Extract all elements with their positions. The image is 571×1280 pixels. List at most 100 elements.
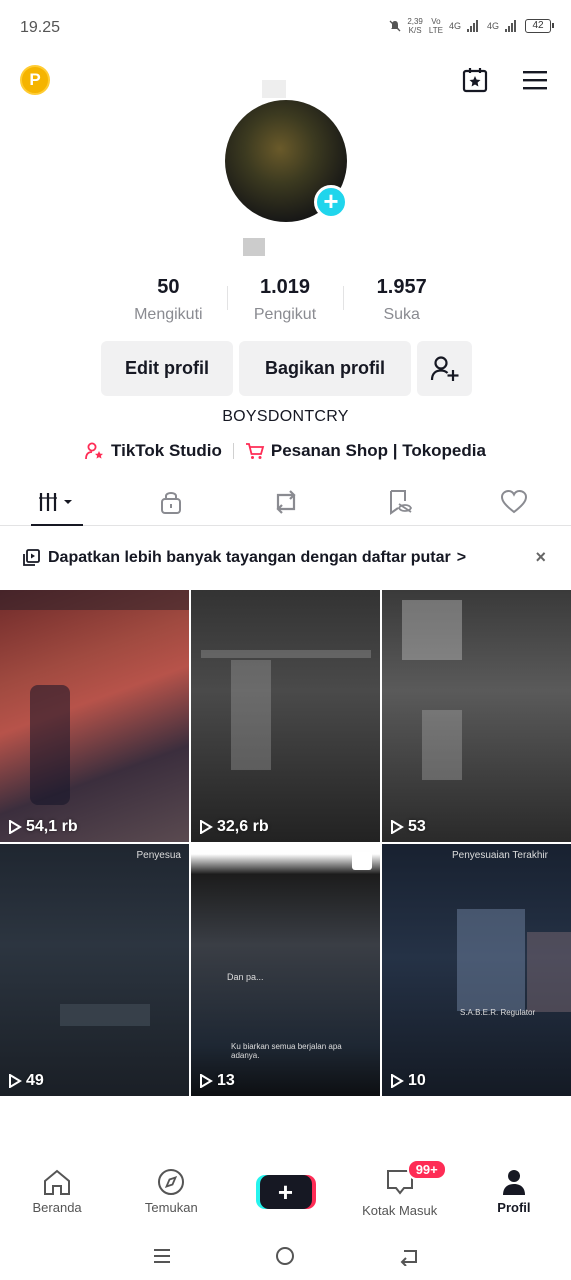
likes-stat[interactable]: 1.957 Suka: [343, 276, 460, 324]
subtitle-text: Ku biarkan semua berjalan apa adanya.: [231, 1042, 342, 1060]
videos-grid-icon: [39, 492, 73, 511]
following-label: Mengikuti: [134, 306, 203, 323]
mute-icon: [389, 20, 401, 32]
create-button[interactable]: +: [259, 1175, 312, 1209]
tiktok-studio-link[interactable]: TikTok Studio: [85, 441, 222, 461]
volte-indicator: Vo LTE: [428, 17, 443, 35]
view-count: 54,1 rb: [8, 818, 78, 836]
playlist-icon: [23, 549, 40, 566]
signal-icon: [505, 20, 519, 32]
profile-icon: [502, 1170, 525, 1195]
battery-icon: 42: [525, 19, 554, 33]
playlist-banner-text: Dapatkan lebih banyak tayangan dengan da…: [48, 549, 451, 566]
divider: [232, 443, 234, 459]
play-icon: [391, 820, 404, 834]
nav-profile-label: Profil: [497, 1200, 531, 1215]
nav-discover-label: Temukan: [144, 1200, 198, 1215]
video-thumbnail[interactable]: 54,1 rb: [0, 590, 189, 842]
back-icon[interactable]: [398, 1246, 420, 1266]
tab-reposts[interactable]: [228, 478, 342, 525]
add-avatar-button[interactable]: +: [314, 185, 348, 219]
video-thumbnail[interactable]: 53: [382, 590, 571, 842]
nav-inbox-label: Kotak Masuk: [362, 1203, 438, 1218]
photo-mode-icon: [352, 852, 372, 870]
play-icon: [391, 1074, 404, 1088]
recent-apps-icon[interactable]: [151, 1246, 173, 1266]
status-icons: 2,39 K/S Vo LTE 4G 4G 42: [389, 17, 554, 35]
tiktok-studio-label: TikTok Studio: [111, 441, 222, 460]
nav-home[interactable]: Beranda: [0, 1168, 114, 1230]
play-icon: [9, 1074, 22, 1088]
likes-label: Suka: [383, 306, 420, 323]
username: BOYSDONTCRY: [222, 408, 349, 425]
inbox-icon-wrap: 99+: [385, 1159, 447, 1199]
network-type-2: 4G: [486, 21, 499, 31]
redacted-area: [243, 238, 265, 256]
view-count: 49: [8, 1072, 44, 1090]
followers-stat[interactable]: 1.019 Pengikut: [226, 276, 344, 324]
likes-count: 1.957: [376, 276, 427, 298]
compass-icon: [158, 1169, 185, 1195]
add-friend-button[interactable]: [417, 341, 472, 396]
video-thumbnail[interactable]: 32,6 rb: [191, 590, 380, 842]
following-count: 50: [157, 276, 180, 298]
bookmark-hidden-icon: [389, 489, 412, 515]
overlay-text: Penyesua: [136, 850, 181, 861]
subtitle-text: Dan pa...: [227, 972, 264, 982]
tab-videos[interactable]: [0, 478, 114, 525]
avatar[interactable]: +: [225, 100, 348, 222]
tab-favorites-hidden[interactable]: [343, 478, 457, 525]
coins-icon[interactable]: P: [20, 65, 50, 95]
signal-icon: [466, 20, 481, 32]
video-thumbnail[interactable]: Penyesua 49: [0, 844, 189, 1096]
view-count: 10: [390, 1072, 426, 1090]
view-count: 53: [390, 818, 426, 836]
video-thumbnail[interactable]: Penyesuaian Terakhir S.A.B.E.R. Regulato…: [382, 844, 571, 1096]
view-count: 32,6 rb: [199, 818, 269, 836]
menu-icon[interactable]: [521, 66, 549, 94]
profile-actions: Edit profil Bagikan profil: [101, 341, 472, 396]
heart-icon: [500, 489, 527, 513]
nav-profile[interactable]: Profil: [457, 1168, 571, 1230]
close-icon[interactable]: ×: [535, 547, 546, 568]
home-icon: [44, 1169, 71, 1195]
chevron-right-icon: >: [456, 549, 467, 566]
following-stat[interactable]: 50 Mengikuti: [110, 276, 227, 324]
nav-create[interactable]: +: [228, 1168, 342, 1230]
nav-inbox[interactable]: 99+ Kotak Masuk: [343, 1159, 457, 1230]
status-bar: 19.25 2,39 K/S Vo LTE 4G 4G 42: [0, 0, 571, 56]
followers-label: Pengikut: [253, 306, 317, 323]
studio-user-star-icon: [85, 442, 104, 460]
overlay-text: Penyesuaian Terakhir: [452, 850, 548, 861]
repost-icon: [275, 489, 296, 514]
play-icon: [200, 820, 213, 834]
inbox-badge: 99+: [406, 1159, 447, 1180]
video-thumbnail[interactable]: Dan pa... Ku biarkan semua berjalan apa …: [191, 844, 380, 1096]
add-user-icon: [430, 355, 458, 381]
home-system-icon[interactable]: [274, 1245, 296, 1267]
nav-home-label: Beranda: [32, 1200, 82, 1215]
card-label: S.A.B.E.R. Regulator: [460, 1008, 536, 1017]
network-speed: 2,39 K/S: [407, 17, 423, 35]
edit-profile-button[interactable]: Edit profil: [101, 341, 233, 396]
video-grid: 54,1 rb 32,6 rb 53 Penyesua 49 Dan pa...…: [0, 590, 571, 1096]
playlist-banner[interactable]: Dapatkan lebih banyak tayangan dengan da…: [22, 537, 552, 579]
bottom-navigation: Beranda Temukan + 99+ Kotak Masuk Profil: [0, 1159, 571, 1230]
tab-private[interactable]: [114, 478, 228, 525]
calendar-star-icon[interactable]: [461, 66, 489, 94]
system-navigation: [0, 1240, 571, 1272]
cart-icon: [245, 443, 265, 459]
tab-liked[interactable]: [457, 478, 571, 525]
network-type-1: 4G: [448, 21, 461, 31]
profile-links: TikTok Studio Pesanan Shop | Tokopedia: [0, 441, 571, 461]
status-time: 19.25: [20, 19, 61, 36]
share-profile-button[interactable]: Bagikan profil: [239, 341, 411, 396]
nav-discover[interactable]: Temukan: [114, 1168, 228, 1230]
play-icon: [200, 1074, 213, 1088]
play-icon: [9, 820, 22, 834]
view-count: 13: [199, 1072, 235, 1090]
redacted-area: [262, 80, 286, 98]
top-actions: [461, 66, 549, 94]
content-tabs: [0, 478, 571, 526]
shop-orders-link[interactable]: Pesanan Shop | Tokopedia: [245, 441, 486, 461]
